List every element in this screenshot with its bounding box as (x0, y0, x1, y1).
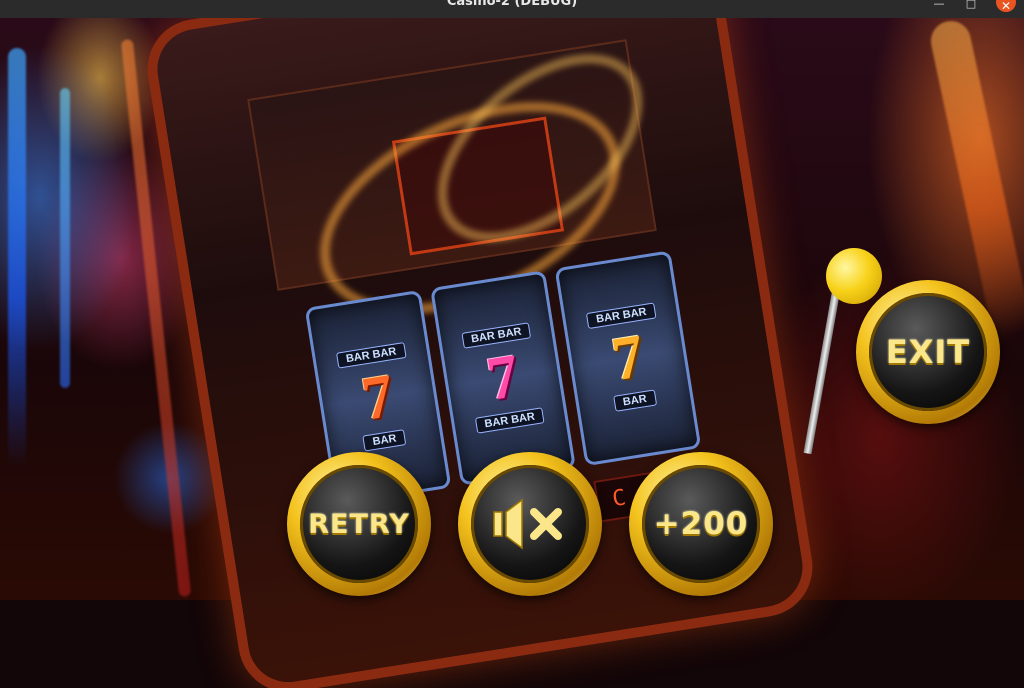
speaker-muted-icon (493, 498, 562, 550)
mute-button-face (471, 465, 589, 583)
credit-display-letter: C (610, 484, 628, 512)
retry-button[interactable]: RETRY (287, 452, 431, 596)
close-window-button[interactable]: ✕ (996, 0, 1016, 13)
reel-seven-symbol: 7 (482, 341, 524, 415)
lever-knob (826, 248, 882, 304)
window-title: Casino-2 (DEBUG) (446, 0, 578, 9)
exit-button-label: EXIT (885, 333, 971, 371)
retry-button-face: RETRY (300, 465, 418, 583)
mute-button[interactable] (458, 452, 602, 596)
reel: BAR BAR 7 BAR BAR (429, 270, 577, 486)
reel-seven-symbol: 7 (607, 322, 649, 395)
neon-light (8, 48, 26, 468)
window-title-bar: Casino-2 (DEBUG) — □ ✕ (0, 0, 1024, 18)
retry-button-label: RETRY (308, 508, 410, 540)
exit-button-face: EXIT (869, 293, 987, 411)
minimize-button[interactable]: — (928, 0, 950, 18)
add-credits-button-face: +200 (642, 465, 760, 583)
add-credits-button[interactable]: +200 (629, 452, 773, 596)
add-credits-button-label: +200 (653, 506, 749, 542)
exit-button[interactable]: EXIT (856, 280, 1000, 424)
maximize-button[interactable]: □ (960, 0, 982, 18)
neon-light (60, 88, 70, 388)
reel-seven-symbol: 7 (357, 361, 399, 434)
